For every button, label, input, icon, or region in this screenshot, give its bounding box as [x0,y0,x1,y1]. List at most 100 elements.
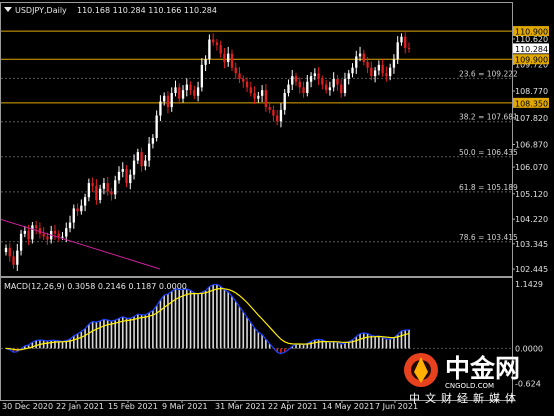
candle-bear [12,256,15,265]
macd-histogram-bar [129,318,132,349]
candle-bull [159,101,162,116]
macd-histogram-bar [148,312,150,349]
candle-bear [238,73,241,79]
macd-histogram-bar [163,295,165,349]
macd-histogram-bar [261,334,263,349]
candle-bear [215,42,219,46]
candle-bull [65,228,68,237]
candle-bull [102,183,106,189]
macd-histogram-bar [133,316,135,349]
x-tick-label: 22 Apr 2021 [268,402,317,411]
candle-bull [16,250,19,265]
x-tick-label: 30 Dec 2020 [2,402,53,411]
candle-bear [407,47,411,49]
x-tick-label: 14 May 2021 [322,402,374,411]
macd-histogram-bar [84,328,86,349]
macd-histogram-bar [257,332,260,349]
candle-bull [68,222,72,229]
candle-bull [72,208,75,223]
candle-bull [309,76,313,82]
macd-histogram-bar [389,339,391,349]
macd-histogram-bar [167,293,169,349]
y-tick-label: 104.220 [515,215,548,224]
candle-bull [136,152,139,161]
macd-histogram-bar [227,291,230,349]
macd-histogram-bar [50,340,52,349]
candle-bear [298,81,301,88]
macd-histogram-bar [193,292,196,349]
macd-histogram-bar [400,330,403,349]
candle-bull [313,73,317,77]
candle-bear [110,191,113,195]
macd-header: MACD(12,26,9) 0.3058 0.2146 0.1187 0.000… [4,282,187,291]
candle-bear [95,185,98,200]
candle-bull [260,90,264,96]
macd-histogram-bar [114,320,117,349]
candle-bull [208,39,211,60]
macd-histogram-bar [91,321,94,349]
candle-bull [287,84,290,94]
candle-bear [242,78,245,82]
macd-histogram-bar [144,314,147,349]
macd-histogram-bar [155,305,158,349]
macd-histogram-bar [76,333,79,349]
macd-histogram-bar [234,301,237,349]
candle-bull [332,78,335,88]
candle-bull [174,87,177,94]
candle-bull [400,36,403,43]
candle-bull [392,59,396,68]
candle-bull [170,93,173,108]
macd-histogram-bar [72,335,75,349]
candle-bull [377,64,381,71]
macd-histogram-bar [250,322,252,349]
candle-bear [166,95,170,108]
forex-chart[interactable]: 23.6 = 109.222 38.2 = 107.681 50.0 = 106.4… [0,0,554,416]
candle-bull [200,64,204,88]
candle-bull [144,160,147,167]
macd-histogram-bar [344,343,346,349]
macd-histogram-bar [140,314,143,349]
watermark-name: 中金网 [445,354,520,383]
fib-level-label: 23.6 = 109.222 [459,69,518,78]
candle-bear [34,225,38,229]
macd-histogram-bar [329,342,331,349]
candle-bear [245,81,249,88]
candle-bull [204,59,207,65]
current-price-label: 110.284 [515,45,548,54]
macd-histogram-bar [366,333,369,349]
chart-header: USDJPY,Daily 110.168 110.284 110.166 110… [4,6,217,15]
macd-histogram-bar [219,286,222,349]
x-tick-label: 15 Feb 2021 [108,402,158,411]
macd-histogram-bar [152,310,154,349]
candle-bull [347,73,350,79]
candle-bear [340,84,343,94]
fib-level-label: 78.6 = 103.415 [459,233,518,242]
candle-bull [98,188,102,200]
candle-bear [91,183,94,186]
candle-bear [211,39,215,43]
candle-bull [291,76,294,85]
y-tick-label: 106.070 [515,163,548,172]
candle-bull [257,95,260,99]
candle-bear [404,36,407,48]
macd-histogram-bar [110,321,113,349]
macd-histogram-bar [61,341,64,349]
macd-histogram-bar [231,296,233,349]
macd-histogram-bar [381,337,384,349]
macd-histogram-bar [242,311,245,349]
macd-histogram-bar [355,336,358,349]
candle-bear [193,90,196,96]
macd-histogram-bar [189,290,192,349]
macd-histogram-bar [208,286,211,349]
y-tick-label: 108.770 [515,87,548,96]
candle-bear [317,73,320,79]
macd-histogram-bar [46,341,49,349]
candle-bull [121,169,124,172]
candle-bull [4,247,8,253]
candle-bull [227,53,230,63]
watermark: 中金网 CNGOLD.COM 中文财经新媒体 [404,353,520,405]
candle-bear [272,109,275,116]
candle-bull [373,70,377,77]
macd-histogram-bar [99,320,101,349]
y-tick-label: 106.870 [515,141,548,150]
